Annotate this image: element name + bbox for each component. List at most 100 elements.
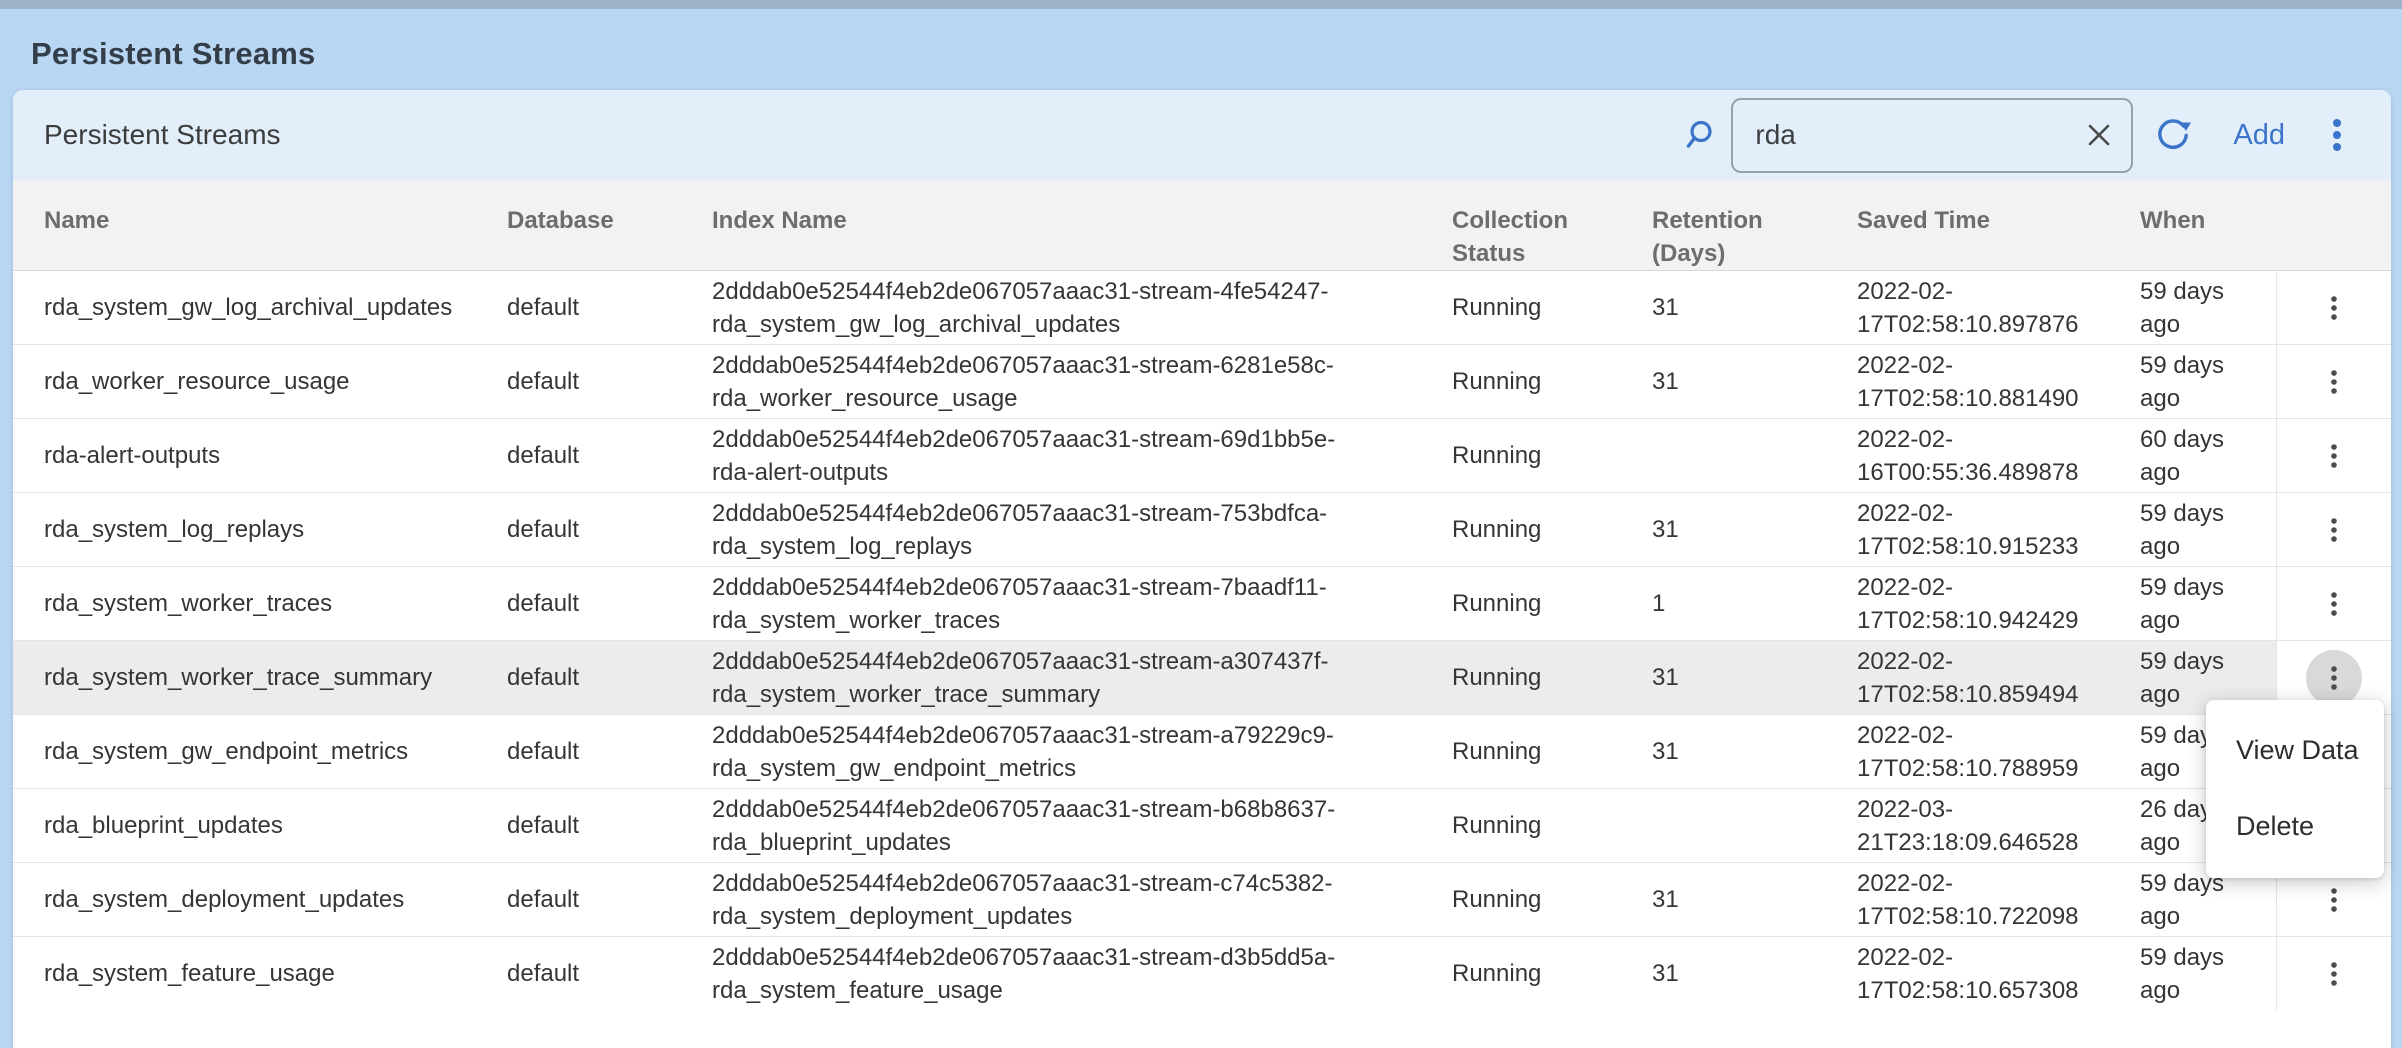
- column-header-when: When: [2128, 180, 2276, 271]
- cell-name: rda_system_gw_endpoint_metrics: [13, 715, 495, 789]
- cell-saved-time: 2022-02-17T02:58:10.942429: [1845, 567, 2128, 641]
- cell-database: default: [495, 345, 700, 419]
- cell-name: rda-alert-outputs: [13, 419, 495, 493]
- cell-database: default: [495, 937, 700, 1011]
- cell-index-name: 2dddab0e52544f4eb2de067057aaac31-stream-…: [700, 937, 1440, 1011]
- table-row[interactable]: rda_system_gw_endpoint_metricsdefault2dd…: [13, 715, 2391, 789]
- kebab-menu-icon: [2330, 887, 2338, 913]
- cell-collection-status: Running: [1440, 345, 1640, 419]
- cell-collection-status: Running: [1440, 937, 1640, 1011]
- cell-collection-status: Running: [1440, 715, 1640, 789]
- kebab-menu-icon: [2330, 443, 2338, 469]
- cell-database: default: [495, 567, 700, 641]
- cell-retention-days: 31: [1640, 271, 1845, 345]
- cell-collection-status: Running: [1440, 863, 1640, 937]
- column-header-retention: Retention (Days): [1640, 180, 1845, 271]
- cell-retention-days: 31: [1640, 715, 1845, 789]
- cell-collection-status: Running: [1440, 789, 1640, 863]
- top-edge-strip: [0, 0, 2402, 9]
- column-header-index-name: Index Name: [700, 180, 1440, 271]
- cell-name: rda_system_worker_trace_summary: [13, 641, 495, 715]
- kebab-menu-icon: [2330, 517, 2338, 543]
- kebab-menu-icon: [2330, 665, 2338, 691]
- row-actions-button[interactable]: [2306, 280, 2362, 336]
- cell-index-name: 2dddab0e52544f4eb2de067057aaac31-stream-…: [700, 419, 1440, 493]
- column-header-collection-status: Collection Status: [1440, 180, 1640, 271]
- cell-actions: [2276, 567, 2391, 641]
- cell-saved-time: 2022-02-17T02:58:10.722098: [1845, 863, 2128, 937]
- cell-database: default: [495, 493, 700, 567]
- search-input[interactable]: [1731, 98, 2133, 173]
- column-header-saved-time: Saved Time: [1845, 180, 2128, 271]
- table-row[interactable]: rda_system_deployment_updatesdefault2ddd…: [13, 863, 2391, 937]
- cell-collection-status: Running: [1440, 271, 1640, 345]
- cell-retention-days: 31: [1640, 863, 1845, 937]
- cell-index-name: 2dddab0e52544f4eb2de067057aaac31-stream-…: [700, 493, 1440, 567]
- cell-saved-time: 2022-02-17T02:58:10.915233: [1845, 493, 2128, 567]
- table-header-row: Name Database Index Name Collection Stat…: [13, 180, 2391, 271]
- row-actions-button[interactable]: [2306, 650, 2362, 706]
- table-row[interactable]: rda_system_log_replaysdefault2dddab0e525…: [13, 493, 2391, 567]
- search-box: [1731, 98, 2133, 173]
- add-button[interactable]: Add: [2233, 119, 2285, 152]
- search-icon: [1681, 117, 1717, 153]
- cell-name: rda_system_log_replays: [13, 493, 495, 567]
- refresh-button[interactable]: [2153, 115, 2193, 155]
- row-actions-button[interactable]: [2306, 428, 2362, 484]
- cell-saved-time: 2022-02-17T02:58:10.859494: [1845, 641, 2128, 715]
- cell-database: default: [495, 715, 700, 789]
- column-header-actions: [2276, 180, 2391, 271]
- cell-retention-days: [1640, 419, 1845, 493]
- cell-when: 59 daysago: [2128, 937, 2276, 1011]
- toolbar-title: Persistent Streams: [44, 119, 281, 151]
- column-header-name: Name: [13, 180, 495, 271]
- clear-icon: [2084, 120, 2114, 150]
- content-card: Persistent Streams: [13, 90, 2391, 1048]
- cell-name: rda_system_gw_log_archival_updates: [13, 271, 495, 345]
- cell-when: 59 daysago: [2128, 271, 2276, 345]
- context-menu: View Data Delete: [2206, 700, 2384, 878]
- clear-search-button[interactable]: [2079, 115, 2119, 155]
- cell-retention-days: 31: [1640, 345, 1845, 419]
- cell-index-name: 2dddab0e52544f4eb2de067057aaac31-stream-…: [700, 715, 1440, 789]
- cell-collection-status: Running: [1440, 419, 1640, 493]
- table-row[interactable]: rda_system_feature_usagedefault2dddab0e5…: [13, 937, 2391, 1011]
- cell-when: 59 daysago: [2128, 345, 2276, 419]
- menu-item-view-data[interactable]: View Data: [2206, 712, 2384, 788]
- toolbar-overflow-button[interactable]: [2331, 117, 2343, 153]
- cell-actions: [2276, 271, 2391, 345]
- table-row[interactable]: rda_worker_resource_usagedefault2dddab0e…: [13, 345, 2391, 419]
- row-actions-button[interactable]: [2306, 946, 2362, 1002]
- cell-saved-time: 2022-02-17T02:58:10.657308: [1845, 937, 2128, 1011]
- table-row[interactable]: rda_system_worker_trace_summarydefault2d…: [13, 641, 2391, 715]
- cell-retention-days: 31: [1640, 641, 1845, 715]
- cell-index-name: 2dddab0e52544f4eb2de067057aaac31-stream-…: [700, 345, 1440, 419]
- cell-index-name: 2dddab0e52544f4eb2de067057aaac31-stream-…: [700, 863, 1440, 937]
- cell-actions: [2276, 419, 2391, 493]
- row-actions-button[interactable]: [2306, 872, 2362, 928]
- cell-retention-days: 1: [1640, 567, 1845, 641]
- cell-index-name: 2dddab0e52544f4eb2de067057aaac31-stream-…: [700, 789, 1440, 863]
- menu-item-delete[interactable]: Delete: [2206, 788, 2384, 864]
- table-row[interactable]: rda_system_gw_log_archival_updatesdefaul…: [13, 271, 2391, 345]
- cell-database: default: [495, 863, 700, 937]
- toolbar-actions: Add: [1681, 98, 2343, 173]
- row-actions-button[interactable]: [2306, 502, 2362, 558]
- streams-table: Name Database Index Name Collection Stat…: [13, 180, 2391, 1011]
- cell-name: rda_blueprint_updates: [13, 789, 495, 863]
- row-actions-button[interactable]: [2306, 354, 2362, 410]
- cell-collection-status: Running: [1440, 567, 1640, 641]
- cell-when: 59 daysago: [2128, 493, 2276, 567]
- row-actions-button[interactable]: [2306, 576, 2362, 632]
- persistent-streams-page: { "page": { "title": "Persistent Streams…: [0, 0, 2402, 1048]
- table-row[interactable]: rda_system_worker_tracesdefault2dddab0e5…: [13, 567, 2391, 641]
- cell-name: rda_worker_resource_usage: [13, 345, 495, 419]
- cell-actions: [2276, 493, 2391, 567]
- cell-retention-days: 31: [1640, 493, 1845, 567]
- cell-saved-time: 2022-02-17T02:58:10.881490: [1845, 345, 2128, 419]
- cell-actions: [2276, 345, 2391, 419]
- cell-saved-time: 2022-02-17T02:58:10.897876: [1845, 271, 2128, 345]
- table-row[interactable]: rda-alert-outputsdefault2dddab0e52544f4e…: [13, 419, 2391, 493]
- cell-saved-time: 2022-02-16T00:55:36.489878: [1845, 419, 2128, 493]
- table-row[interactable]: rda_blueprint_updatesdefault2dddab0e5254…: [13, 789, 2391, 863]
